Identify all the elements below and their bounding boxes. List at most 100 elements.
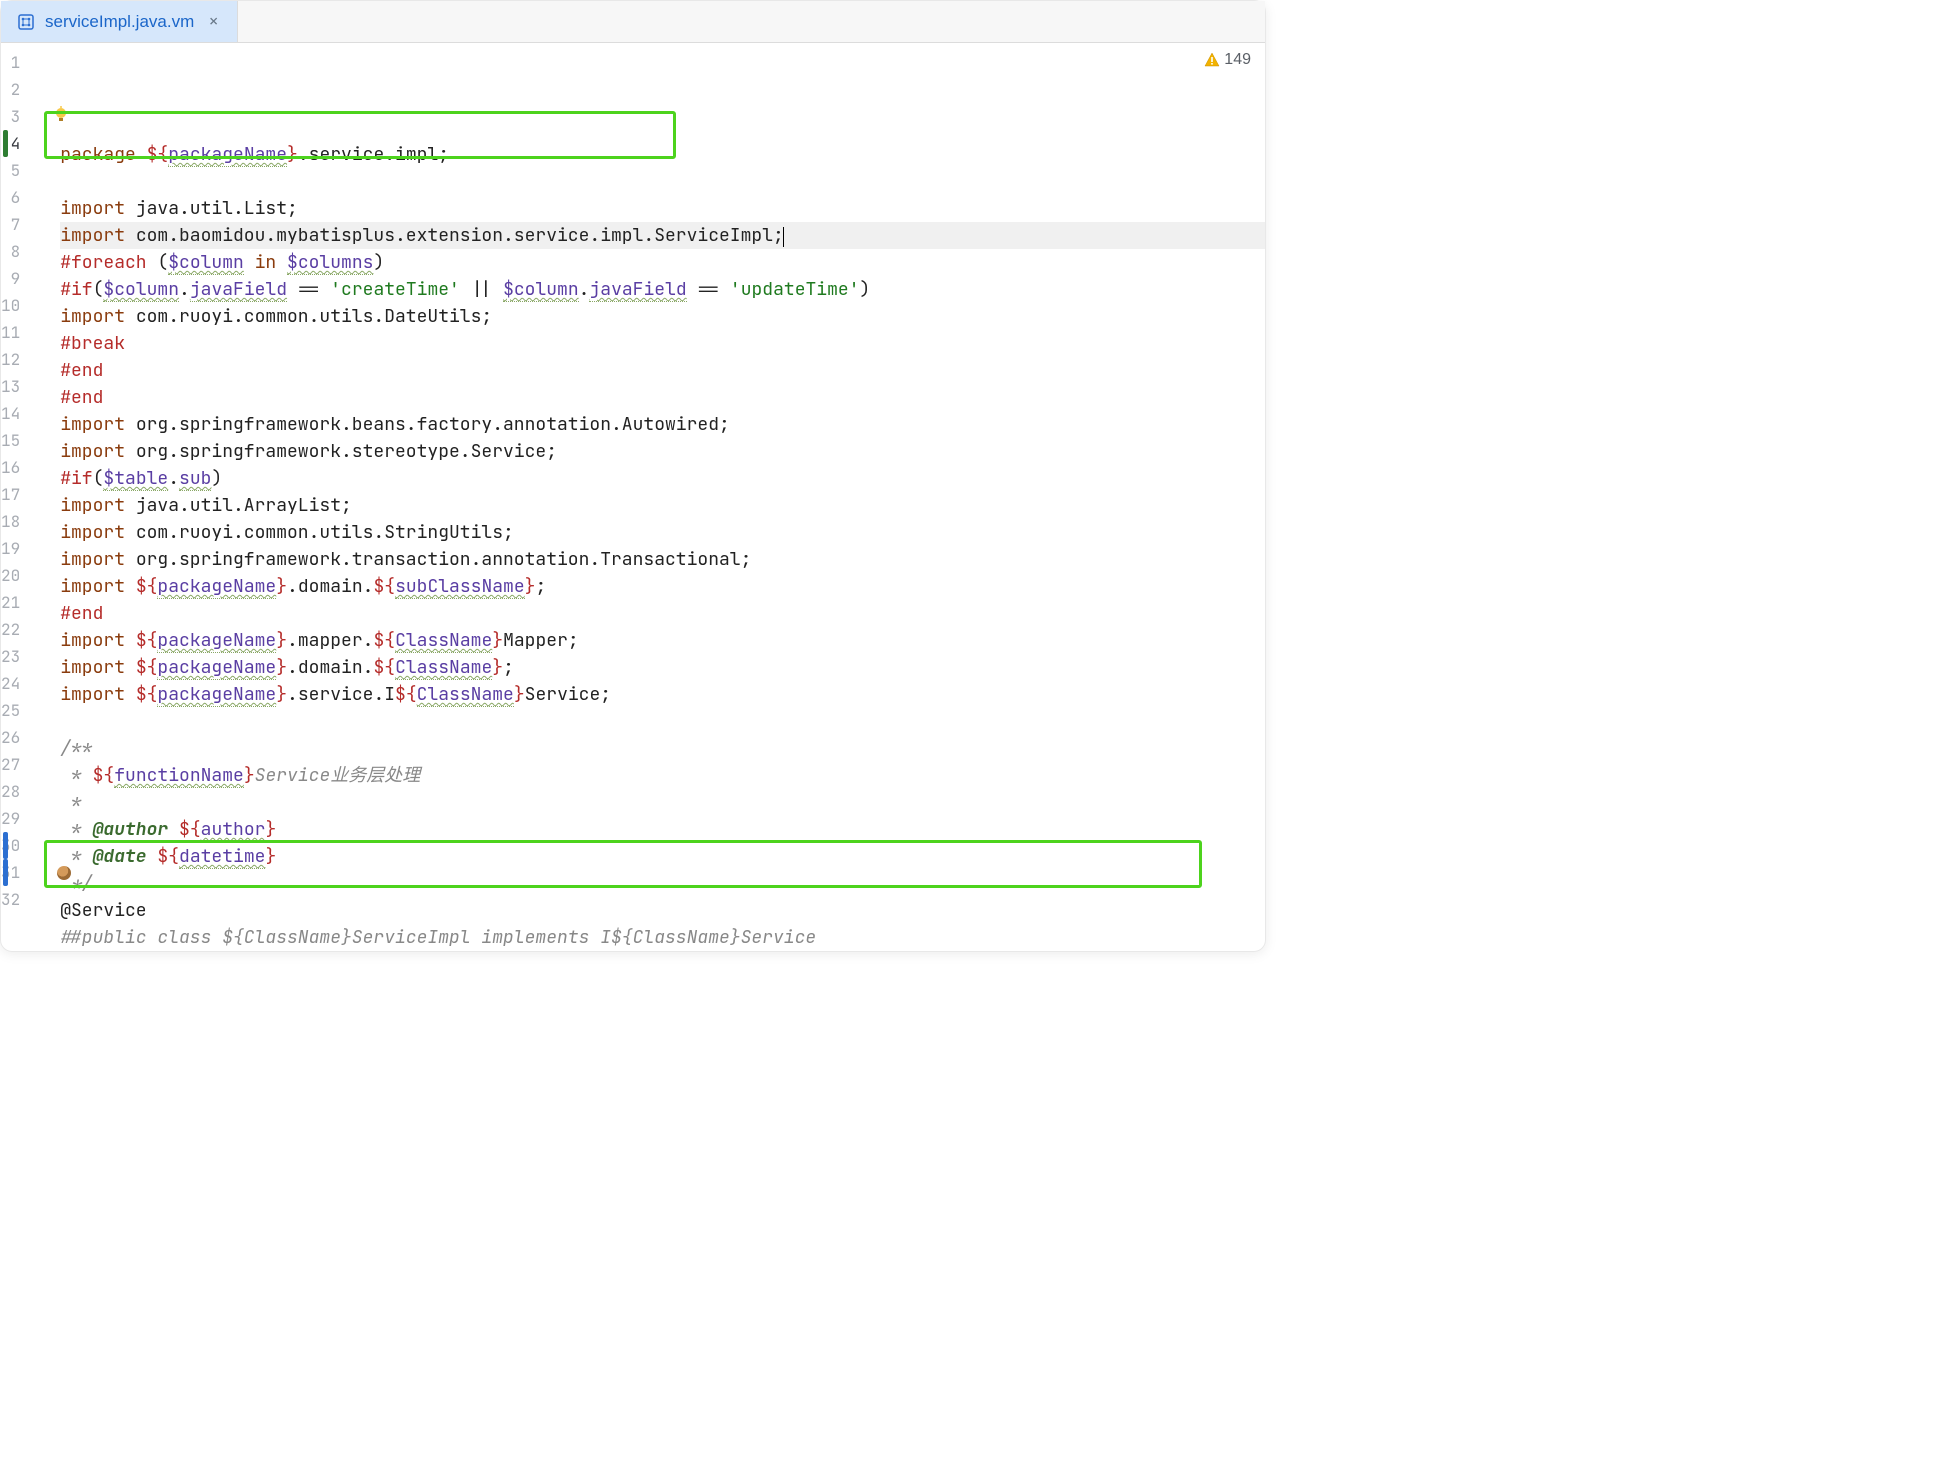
line-number[interactable]: 5 xyxy=(1,157,20,184)
code-token: ${ xyxy=(136,656,158,679)
line-number[interactable]: 26 xyxy=(1,724,20,751)
code-token: Mapper; xyxy=(503,629,579,652)
line-number[interactable]: 19 xyxy=(1,535,20,562)
code-line[interactable]: #break xyxy=(60,330,1265,357)
code-line[interactable]: * @author ${author} xyxy=(60,816,1265,843)
code-token: ; xyxy=(503,656,514,679)
code-token: } xyxy=(276,629,287,652)
line-number[interactable]: 10 xyxy=(1,292,20,319)
problems-indicator[interactable]: 149 xyxy=(1204,51,1251,69)
code-line[interactable]: import java.util.List; xyxy=(60,195,1265,222)
code-token: ${ xyxy=(136,683,158,706)
code-line[interactable]: import java.util.ArrayList; xyxy=(60,492,1265,519)
code-line[interactable]: #end xyxy=(60,384,1265,411)
code-token: org.springframework.transaction.annotati… xyxy=(136,548,752,571)
code-line[interactable]: #foreach ($column in $columns) xyxy=(60,249,1265,276)
code-line[interactable]: #end xyxy=(60,357,1265,384)
code-line[interactable]: /** xyxy=(60,735,1265,762)
line-number[interactable]: 18 xyxy=(1,508,20,535)
line-number-gutter[interactable]: 1234567891011121314151617181920212223242… xyxy=(1,43,40,951)
line-number[interactable]: 21 xyxy=(1,589,20,616)
code-line[interactable]: import org.springframework.stereotype.Se… xyxy=(60,438,1265,465)
code-token: } xyxy=(525,575,536,598)
code-line[interactable]: import ${packageName}.domain.${subClassN… xyxy=(60,573,1265,600)
vcs-change-marker xyxy=(3,832,8,859)
code-line[interactable]: */ xyxy=(60,870,1265,897)
code-line[interactable] xyxy=(60,168,1265,195)
code-token: 'createTime' xyxy=(330,278,460,301)
code-line[interactable]: #end xyxy=(60,600,1265,627)
code-line[interactable]: import ${packageName}.domain.${ClassName… xyxy=(60,654,1265,681)
velocity-file-icon xyxy=(17,13,35,31)
code-token: org.springframework.beans.factory.annota… xyxy=(136,413,730,436)
code-line[interactable]: import org.springframework.transaction.a… xyxy=(60,546,1265,573)
line-number[interactable]: 17 xyxy=(1,481,20,508)
code-token: } xyxy=(492,656,503,679)
line-number[interactable]: 7 xyxy=(1,211,20,238)
line-number[interactable]: 3 xyxy=(1,103,20,130)
code-editor[interactable]: 149 123456789101112131415161718192021222… xyxy=(1,43,1265,951)
code-token: import xyxy=(60,305,136,328)
code-token: ${ xyxy=(395,683,417,706)
code-line[interactable]: import com.ruoyi.common.utils.DateUtils; xyxy=(60,303,1265,330)
code-line[interactable]: import ${packageName}.mapper.${ClassName… xyxy=(60,627,1265,654)
code-line[interactable]: import ${packageName}.service.I${ClassNa… xyxy=(60,681,1265,708)
code-line[interactable]: package ${packageName}.service.impl; xyxy=(60,141,1265,168)
code-token: ClassName xyxy=(417,683,514,707)
line-number[interactable]: 9 xyxy=(1,265,20,292)
code-line[interactable]: * @date ${datetime} xyxy=(60,843,1265,870)
code-token: ( xyxy=(93,278,104,301)
line-number[interactable]: 29 xyxy=(1,805,20,832)
line-number[interactable]: 30 xyxy=(1,832,20,859)
code-token: $columns xyxy=(287,251,373,275)
code-token: $column xyxy=(168,251,244,275)
code-token: packageName xyxy=(168,143,287,167)
code-token: . xyxy=(179,278,190,301)
code-line[interactable]: #if($column.javaField == 'createTime' ||… xyxy=(60,276,1265,303)
code-token: import xyxy=(60,494,136,517)
line-number[interactable]: 16 xyxy=(1,454,20,481)
line-number[interactable]: 15 xyxy=(1,427,20,454)
line-number[interactable]: 22 xyxy=(1,616,20,643)
line-number[interactable]: 6 xyxy=(1,184,20,211)
code-token: } xyxy=(276,656,287,679)
code-line[interactable] xyxy=(60,708,1265,735)
line-number[interactable]: 25 xyxy=(1,697,20,724)
line-number[interactable]: 8 xyxy=(1,238,20,265)
code-line[interactable]: ##public class ${ClassName}ServiceImpl i… xyxy=(60,924,1265,951)
line-number[interactable]: 24 xyxy=(1,670,20,697)
line-number[interactable]: 11 xyxy=(1,319,20,346)
line-number[interactable]: 23 xyxy=(1,643,20,670)
code-line[interactable]: #if($table.sub) xyxy=(60,465,1265,492)
line-number[interactable]: 20 xyxy=(1,562,20,589)
intention-bulb-icon[interactable] xyxy=(52,106,70,130)
tab-close-button[interactable]: × xyxy=(204,11,223,33)
line-number[interactable]: 13 xyxy=(1,373,20,400)
line-number[interactable]: 2 xyxy=(1,76,20,103)
code-line[interactable]: @Service xyxy=(60,897,1265,924)
code-line[interactable]: import com.ruoyi.common.utils.StringUtil… xyxy=(60,519,1265,546)
code-token: packageName xyxy=(157,629,276,653)
line-number[interactable]: 12 xyxy=(1,346,20,373)
code-line[interactable]: import org.springframework.beans.factory… xyxy=(60,411,1265,438)
line-number[interactable]: 31 xyxy=(1,859,20,886)
line-number[interactable]: 27 xyxy=(1,751,20,778)
code-token: ${ xyxy=(136,575,158,598)
line-number[interactable]: 28 xyxy=(1,778,20,805)
code-token: import xyxy=(60,683,136,706)
code-line[interactable]: import com.baomidou.mybatisplus.extensio… xyxy=(60,222,1265,249)
code-area[interactable]: package ${packageName}.service.impl; impo… xyxy=(40,43,1265,951)
code-token: sub xyxy=(179,467,211,491)
code-line[interactable]: * ${functionName}Service业务层处理 xyxy=(60,762,1265,789)
line-number[interactable]: 4 xyxy=(1,130,20,157)
file-tab[interactable]: serviceImpl.java.vm × xyxy=(1,1,238,42)
line-number[interactable]: 1 xyxy=(1,49,20,76)
code-line[interactable]: * xyxy=(60,789,1265,816)
code-token: ) xyxy=(860,278,871,301)
code-token: * xyxy=(60,818,92,841)
code-token: .service.I xyxy=(287,683,395,706)
line-number[interactable]: 32 xyxy=(1,886,20,913)
code-token: datetime xyxy=(179,845,265,869)
line-number[interactable]: 14 xyxy=(1,400,20,427)
code-token: @date xyxy=(93,845,147,868)
